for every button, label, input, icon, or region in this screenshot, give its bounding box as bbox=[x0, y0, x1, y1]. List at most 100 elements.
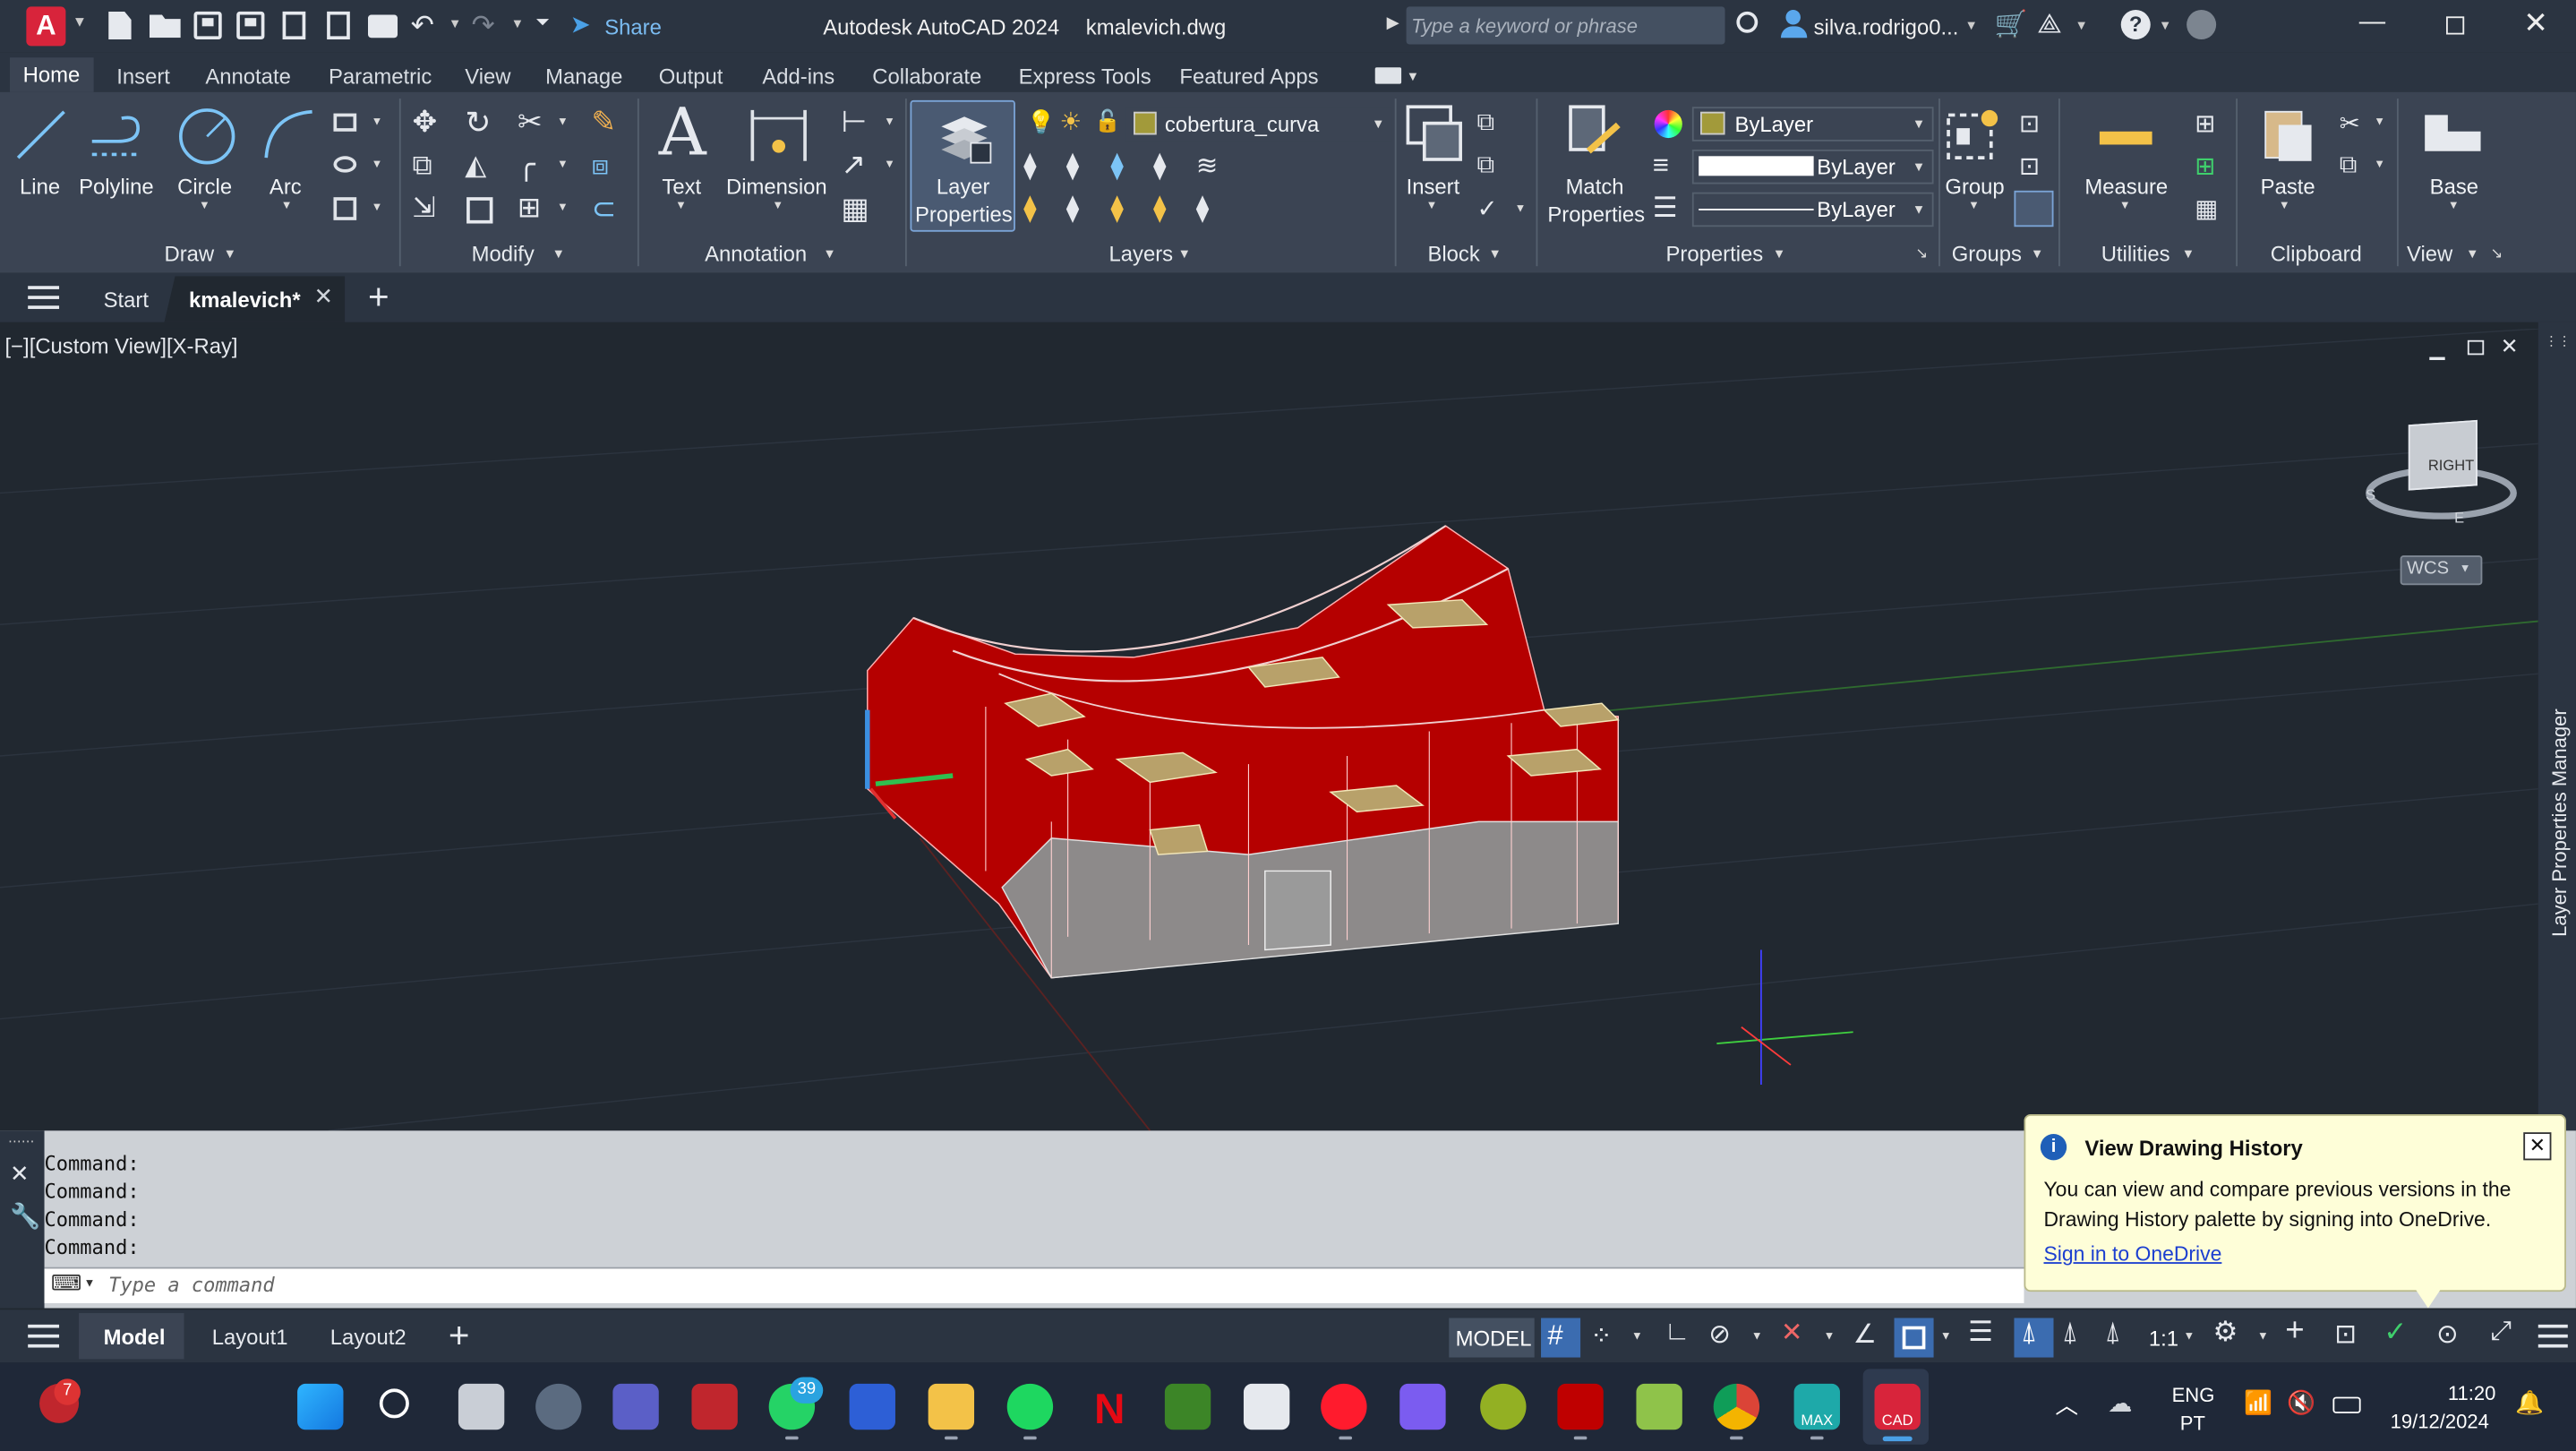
draw-panel-expand-icon[interactable]: ▼ bbox=[224, 246, 237, 262]
paste-icon[interactable] bbox=[2259, 102, 2318, 165]
notifications-bell-icon[interactable]: 🔔 bbox=[2515, 1388, 2544, 1416]
base-button[interactable]: Base bbox=[2430, 174, 2478, 199]
command-close-icon[interactable]: ✕ bbox=[10, 1160, 30, 1188]
utilities-panel-label[interactable]: Utilities bbox=[2101, 242, 2170, 267]
viewcube[interactable] bbox=[2408, 419, 2478, 491]
leader-icon[interactable]: ↗ bbox=[841, 148, 866, 183]
cart-icon[interactable]: 🛒 bbox=[1994, 8, 2027, 41]
dimension-button[interactable]: Dimension bbox=[726, 174, 827, 199]
tab-annotate[interactable]: Annotate bbox=[205, 64, 290, 90]
annotation-scale-dropdown-icon[interactable]: ▼ bbox=[2183, 1331, 2195, 1343]
isolate-objects-icon[interactable]: ✓ bbox=[2383, 1317, 2407, 1350]
customization-menu-icon[interactable] bbox=[2537, 1324, 2568, 1348]
ortho-icon[interactable]: ∟ bbox=[1665, 1318, 1690, 1348]
erase-icon[interactable]: ✎ bbox=[592, 105, 617, 140]
opera-icon[interactable] bbox=[1321, 1383, 1367, 1430]
text-dropdown-icon[interactable]: ▼ bbox=[675, 201, 687, 212]
layer-sun-icon[interactable]: ☀ bbox=[1059, 107, 1082, 136]
offset-icon[interactable]: ⊂ bbox=[592, 193, 617, 228]
spotify-icon[interactable] bbox=[1006, 1383, 1054, 1430]
language-line-2[interactable]: PT bbox=[2180, 1412, 2205, 1435]
group-selection-toggle-icon[interactable] bbox=[2014, 190, 2054, 228]
user-icon[interactable] bbox=[1780, 10, 1808, 39]
tab-output[interactable]: Output bbox=[659, 64, 723, 90]
scale-icon[interactable] bbox=[466, 197, 493, 224]
layer-tool-2-icon[interactable]: ⧫ bbox=[1066, 150, 1080, 183]
search-expand-icon[interactable]: ▶ bbox=[1387, 15, 1399, 33]
create-block-icon[interactable]: ⧉ bbox=[1476, 108, 1494, 136]
user-dropdown-icon[interactable]: ▼ bbox=[1964, 18, 1978, 33]
autocad-taskbar-icon[interactable]: CAD bbox=[1874, 1383, 1921, 1430]
layer-tool-6-icon[interactable]: ⧫ bbox=[1023, 193, 1037, 226]
customize-quick-access-icon[interactable]: ⏷ bbox=[535, 13, 550, 35]
chrome-icon[interactable] bbox=[1713, 1383, 1760, 1430]
app-menu-chevron-icon[interactable]: ▼ bbox=[73, 13, 87, 30]
clipboard-panel-label[interactable]: Clipboard bbox=[2271, 242, 2362, 267]
properties-panel-label[interactable]: Properties bbox=[1665, 242, 1763, 267]
tab-parametric[interactable]: Parametric bbox=[329, 64, 432, 90]
dimension-tool-icon[interactable] bbox=[748, 105, 810, 167]
view-panel-launcher-icon[interactable]: ↘ bbox=[2491, 245, 2503, 262]
block-panel-expand-icon[interactable]: ▼ bbox=[1488, 246, 1502, 262]
circle-tool-icon[interactable] bbox=[175, 105, 238, 167]
tab-insert[interactable]: Insert bbox=[116, 64, 170, 90]
file-explorer-icon[interactable] bbox=[928, 1383, 975, 1430]
rectangle-dropdown-icon[interactable]: ▼ bbox=[372, 116, 383, 128]
autodesk-dropdown-icon[interactable]: ▼ bbox=[2075, 18, 2088, 33]
close-window-icon[interactable]: ✕ bbox=[2523, 6, 2548, 41]
mirror-icon[interactable]: ◭ bbox=[465, 150, 486, 183]
save-icon[interactable] bbox=[193, 11, 222, 40]
group-icon[interactable] bbox=[1945, 105, 2004, 164]
autocad-app-button[interactable]: A bbox=[26, 6, 66, 47]
hardware-acceleration-icon[interactable]: ⊙ bbox=[2436, 1318, 2459, 1352]
notification-close-button[interactable]: ✕ bbox=[2523, 1132, 2552, 1161]
lineweight-chevron-icon[interactable]: ▼ bbox=[1913, 159, 1926, 175]
clean-screen-icon[interactable]: ⤢ bbox=[2491, 1318, 2512, 1348]
ribbon-display-dropdown-icon[interactable]: ▼ bbox=[1407, 69, 1420, 84]
layer-tool-8-icon[interactable]: ⧫ bbox=[1110, 193, 1124, 226]
sign-in-onedrive-link[interactable]: Sign in to OneDrive bbox=[2043, 1242, 2221, 1266]
current-layer-chevron-icon[interactable]: ▼ bbox=[1372, 116, 1385, 132]
linear-dimension-dropdown-icon[interactable]: ▼ bbox=[884, 116, 895, 128]
isodraft-icon[interactable]: ✕ bbox=[1781, 1317, 1803, 1350]
move-icon[interactable]: ✥ bbox=[413, 105, 438, 140]
show-hidden-icons-icon[interactable]: ︿ bbox=[2055, 1388, 2078, 1421]
base-view-icon[interactable] bbox=[2421, 108, 2484, 158]
rectangle-tool-icon[interactable] bbox=[333, 113, 357, 132]
notepad-plus-icon[interactable] bbox=[1636, 1383, 1682, 1430]
search-input[interactable]: Type a keyword or phrase bbox=[1406, 6, 1725, 45]
color-wheel-icon[interactable] bbox=[1654, 109, 1682, 139]
windows-start-icon[interactable] bbox=[297, 1383, 344, 1430]
polyline-tool-icon[interactable] bbox=[85, 105, 148, 164]
object-snap-tracking-icon[interactable]: ∠ bbox=[1853, 1318, 1877, 1352]
tab-home[interactable]: Home bbox=[10, 57, 94, 92]
task-view-icon[interactable] bbox=[458, 1383, 505, 1430]
fillet-dropdown-icon[interactable]: ▼ bbox=[557, 159, 569, 171]
polar-tracking-icon[interactable]: ⊘ bbox=[1708, 1318, 1731, 1352]
text-button[interactable]: Text bbox=[662, 174, 701, 199]
color-chevron-icon[interactable]: ▼ bbox=[1913, 116, 1926, 132]
group-button[interactable]: Group bbox=[1945, 174, 2004, 199]
tab-featured-apps[interactable]: Featured Apps bbox=[1179, 64, 1318, 90]
layout2-tab[interactable]: Layout2 bbox=[330, 1325, 407, 1350]
layer-properties-manager-tab[interactable]: Layer Properties Manager bbox=[2545, 708, 2576, 937]
group-dropdown-icon[interactable]: ▼ bbox=[1968, 201, 1980, 212]
properties-panel-expand-icon[interactable]: ▼ bbox=[1773, 246, 1786, 262]
tab-view[interactable]: View bbox=[465, 64, 510, 90]
hatch-dropdown-icon[interactable]: ▼ bbox=[372, 159, 383, 171]
measure-button[interactable]: Measure bbox=[2084, 174, 2168, 199]
clock-date[interactable]: 19/12/2024 bbox=[2391, 1410, 2489, 1433]
command-customize-icon[interactable]: 🔧 bbox=[10, 1201, 40, 1231]
settings-icon[interactable] bbox=[535, 1383, 582, 1430]
workspace-dropdown-icon[interactable]: ▼ bbox=[2257, 1331, 2269, 1343]
help-dropdown-icon[interactable]: ▼ bbox=[2159, 18, 2172, 33]
array-dropdown-icon[interactable]: ▼ bbox=[557, 202, 569, 214]
command-recent-dropdown-icon[interactable]: ▼ bbox=[84, 1278, 96, 1290]
object-snap-dropdown-icon[interactable]: ▼ bbox=[1940, 1331, 1952, 1343]
user-name[interactable]: silva.rodrigo0... bbox=[1814, 15, 1959, 40]
units-icon[interactable]: ⊡ bbox=[2334, 1318, 2357, 1352]
polyline-button[interactable]: Polyline bbox=[79, 174, 154, 199]
annotation-panel-label[interactable]: Annotation bbox=[705, 242, 807, 267]
qgis-icon[interactable] bbox=[1480, 1383, 1527, 1430]
boundary-dropdown-icon[interactable]: ▼ bbox=[372, 202, 383, 214]
